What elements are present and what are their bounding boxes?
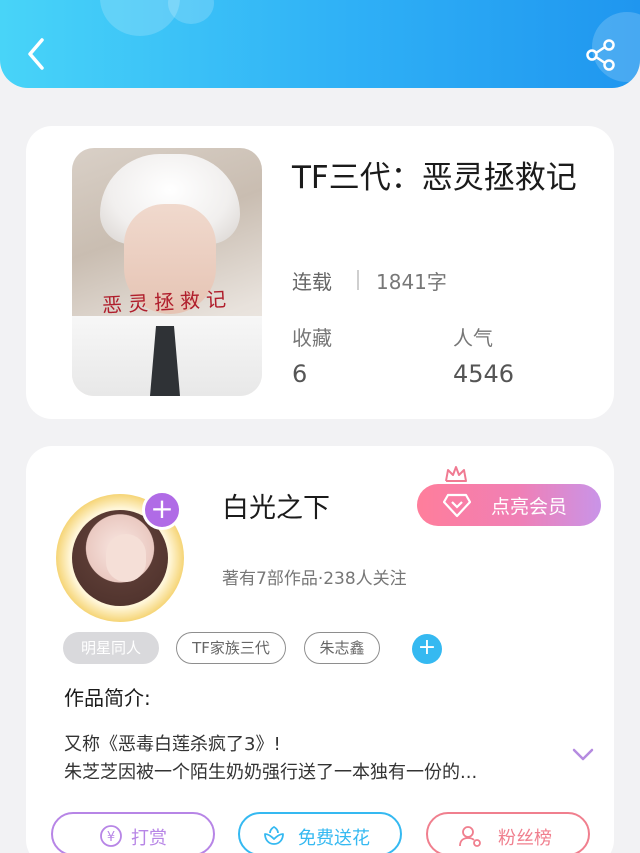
favorites-count: 6 xyxy=(292,360,308,388)
intro-heading: 作品简介: xyxy=(64,686,151,710)
cover-title-text: 恶灵拯救记 xyxy=(101,286,233,318)
plus-icon: + xyxy=(150,492,174,525)
free-flower-button[interactable]: 免费送花 xyxy=(238,812,402,853)
fans-rank-label: 粉丝榜 xyxy=(498,828,552,849)
serial-status: 连载 xyxy=(292,270,332,294)
decor-bubble xyxy=(168,0,214,24)
vip-label: 点亮会员 xyxy=(491,496,568,518)
back-button[interactable] xyxy=(22,34,52,74)
favorites-label: 收藏 xyxy=(292,326,332,350)
tag-chip[interactable]: 明星同人 xyxy=(63,632,159,664)
reward-label: 打赏 xyxy=(131,828,167,849)
author-meta: 著有7部作品·238人关注 xyxy=(222,569,407,589)
book-cover[interactable]: 恶灵拯救记 xyxy=(72,148,262,396)
tag-chip[interactable]: TF家族三代 xyxy=(176,632,286,664)
divider xyxy=(357,270,359,290)
coin-icon: ¥ xyxy=(100,825,122,847)
fans-rank-button[interactable]: 粉丝榜 xyxy=(426,812,590,853)
diamond-icon xyxy=(443,493,471,518)
free-flower-label: 免费送花 xyxy=(298,828,370,849)
crown-icon xyxy=(445,466,467,482)
word-count: 1841字 xyxy=(376,270,447,294)
chevron-down-icon[interactable] xyxy=(571,746,595,764)
author-name[interactable]: 白光之下 xyxy=(222,486,330,525)
book-title: TF三代：恶灵拯救记 xyxy=(292,160,577,196)
share-icon xyxy=(586,39,615,71)
chevron-left-icon xyxy=(28,38,44,70)
intro-text: 又称《恶毒白莲杀疯了3》! xyxy=(64,734,281,755)
add-tag-button[interactable]: + xyxy=(412,634,442,664)
svg-text:¥: ¥ xyxy=(107,830,115,845)
tag-chip[interactable]: 朱志鑫 xyxy=(304,632,380,664)
intro-text: 朱芝芝因被一个陌生奶奶强行送了一本独有一份的... xyxy=(64,762,478,783)
user-icon xyxy=(459,826,481,847)
author-card: + 白光之下 著有7部作品·238人关注 点亮会员 明星同人 TF家族三代 朱志… xyxy=(26,446,614,853)
popularity-label: 人气 xyxy=(453,326,493,350)
reward-button[interactable]: ¥ 打赏 xyxy=(51,812,215,853)
book-info-card: 恶灵拯救记 TF三代：恶灵拯救记 连载 1841字 收藏 6 人气 4546 xyxy=(26,126,614,419)
top-bar xyxy=(0,0,640,88)
avatar-art xyxy=(106,534,146,582)
popularity-count: 4546 xyxy=(453,360,515,388)
vip-button[interactable]: 点亮会员 xyxy=(417,484,601,526)
share-button[interactable] xyxy=(584,38,618,72)
flower-icon xyxy=(264,825,284,845)
plus-icon: + xyxy=(417,635,437,660)
follow-button[interactable]: + xyxy=(142,490,182,530)
